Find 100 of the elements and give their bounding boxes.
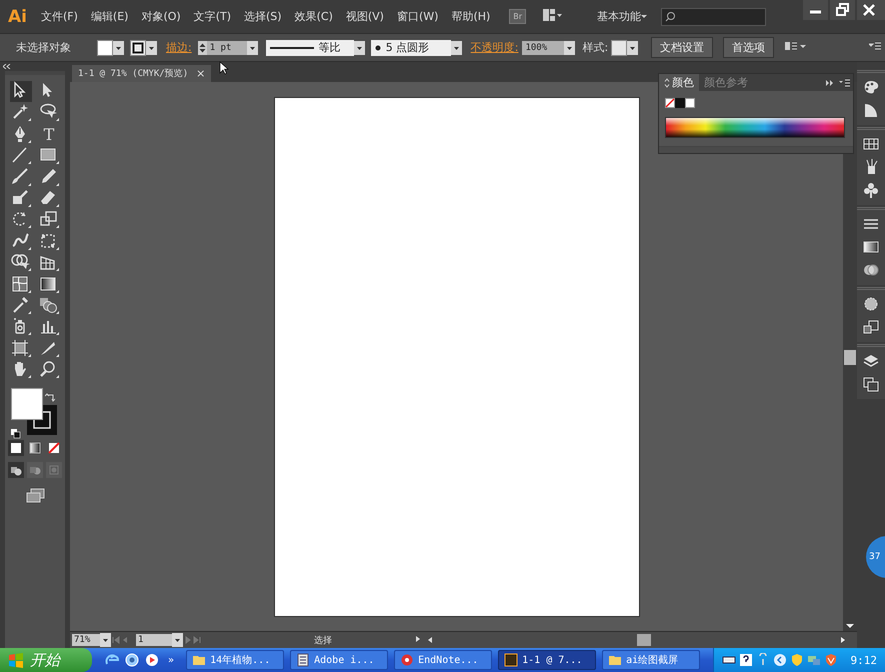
swap-icon[interactable] (45, 393, 55, 404)
layout-icon[interactable] (542, 7, 564, 23)
appearance-icon[interactable] (862, 295, 880, 313)
zoom-field[interactable]: 71% (72, 634, 100, 646)
taskbar-button[interactable]: 1-1 @ 7... (498, 650, 596, 670)
collapse-tray-icon[interactable] (772, 653, 786, 667)
zoom-icon[interactable] (38, 359, 60, 380)
bridge-button[interactable]: Br (509, 9, 526, 24)
scroll-thumb[interactable] (637, 634, 651, 646)
gradient-mode-icon[interactable] (27, 440, 43, 456)
gradient-quarter-icon[interactable] (862, 101, 880, 119)
caret-icon[interactable] (354, 40, 365, 54)
color-mode-icon[interactable] (8, 440, 24, 456)
draw-mode-icon[interactable] (8, 462, 24, 478)
opacity-link[interactable]: 不透明度: (470, 40, 518, 55)
document-tab[interactable]: 1-1 @ 71% (CMYK/预览) × (72, 65, 212, 82)
more-button[interactable]: » (168, 654, 174, 666)
stroke-swatch[interactable] (130, 40, 146, 56)
menu-item[interactable]: 效果(C) (294, 9, 333, 24)
restore-icon[interactable] (830, 0, 855, 20)
folder-icon (192, 653, 206, 667)
panel-menu-icon[interactable] (839, 78, 850, 86)
stroke-link[interactable]: 描边: (166, 40, 192, 55)
color-swatch[interactable] (675, 98, 685, 108)
minimize-icon[interactable] (803, 0, 828, 20)
help-icon[interactable] (738, 653, 752, 667)
close-icon[interactable] (857, 0, 885, 20)
scroll-thumb[interactable] (844, 350, 856, 365)
antivirus-icon[interactable] (824, 653, 838, 667)
taskbar-button[interactable]: Adobe i... (290, 650, 388, 670)
fill-color-swatch[interactable] (11, 388, 43, 420)
caret-icon[interactable] (641, 15, 648, 18)
menu-item[interactable]: 编辑(E) (90, 9, 128, 24)
none-swatch[interactable] (665, 98, 675, 108)
app-icon[interactable] (124, 652, 140, 668)
app-logo: Ai (8, 6, 27, 26)
caret-icon[interactable] (172, 633, 183, 647)
default-colors-icon[interactable] (11, 429, 21, 440)
mesh-icon[interactable] (10, 274, 32, 295)
resize-grip[interactable] (659, 146, 853, 153)
scroll-right-icon[interactable] (839, 636, 847, 644)
graphic-styles-icon[interactable] (862, 318, 880, 336)
scale-icon[interactable] (38, 209, 60, 231)
arrange-icon[interactable] (784, 39, 806, 53)
lasso-icon[interactable] (38, 102, 60, 124)
menu-item[interactable]: 窗口(W) (396, 9, 438, 24)
brush-dropdown[interactable]: 5 点圆形 (370, 40, 451, 56)
club-icon[interactable] (862, 181, 880, 199)
type-tool[interactable]: T (38, 124, 60, 146)
search-field[interactable] (661, 8, 766, 26)
workspace-switcher[interactable]: 基本功能 (597, 9, 642, 24)
menu-item[interactable]: 选择(S) (244, 9, 282, 24)
panel-menu-icon[interactable] (869, 41, 881, 51)
artboards-icon[interactable] (862, 375, 880, 393)
menu-item[interactable]: 帮助(H) (451, 9, 490, 24)
menu-item[interactable]: 文字(T) (194, 9, 232, 24)
caret-icon[interactable] (450, 40, 462, 54)
caret-icon[interactable] (146, 40, 157, 54)
scroll-left-icon[interactable] (426, 636, 434, 644)
menu-item[interactable]: 文件(F) (40, 9, 78, 24)
line-icon[interactable] (10, 145, 32, 167)
caret-icon[interactable] (113, 40, 124, 54)
none-mode-icon[interactable] (46, 440, 62, 456)
panel-tab[interactable]: 颜色 (659, 74, 699, 91)
brush-icon[interactable] (10, 166, 32, 188)
preferences-button[interactable]: 首选项 (723, 37, 774, 58)
caret-icon[interactable] (564, 40, 576, 54)
dot-icon (374, 44, 381, 50)
color-swatch[interactable] (685, 98, 695, 108)
status-menu-icon[interactable] (414, 634, 422, 642)
warp-icon[interactable] (10, 230, 32, 252)
taskbar-button[interactable]: ai绘图截屏 (602, 650, 700, 670)
collapse-icon[interactable] (3, 64, 11, 69)
expand-icon[interactable] (826, 80, 833, 86)
taskbar-button[interactable]: EndNote... (394, 650, 492, 670)
taskbar-button[interactable]: 14年植物... (186, 650, 284, 670)
caret-icon[interactable] (100, 633, 111, 647)
media-icon[interactable] (144, 652, 160, 668)
caret-icon[interactable] (246, 40, 258, 54)
selection-status: 未选择对象 (16, 40, 71, 55)
caret-icon[interactable] (627, 40, 638, 54)
shape-builder-icon[interactable] (10, 252, 32, 274)
spinner-icon[interactable] (198, 40, 207, 54)
color-spectrum[interactable] (665, 117, 845, 138)
stroke-profile-dropdown[interactable]: 等比 (266, 40, 354, 56)
cursor-icon (219, 61, 230, 75)
artboard-field[interactable]: 1 (136, 634, 172, 646)
style-swatch[interactable] (611, 40, 628, 56)
document-setup-button[interactable]: 文档设置 (651, 37, 714, 58)
opacity-field[interactable]: 100% (522, 40, 564, 54)
screen-mode-icon[interactable] (26, 488, 44, 504)
stroke-weight-field[interactable]: 1 pt (206, 40, 247, 54)
illustrator-icon (504, 653, 518, 667)
menu-item[interactable]: 视图(V) (346, 9, 384, 24)
close-tab-button[interactable]: × (196, 67, 206, 80)
palette-icon[interactable] (862, 78, 880, 96)
shaper-icon[interactable] (10, 188, 32, 210)
artboard-icon[interactable] (10, 338, 32, 360)
fill-swatch[interactable] (97, 40, 113, 56)
menu-item[interactable]: 对象(O) (141, 9, 181, 24)
